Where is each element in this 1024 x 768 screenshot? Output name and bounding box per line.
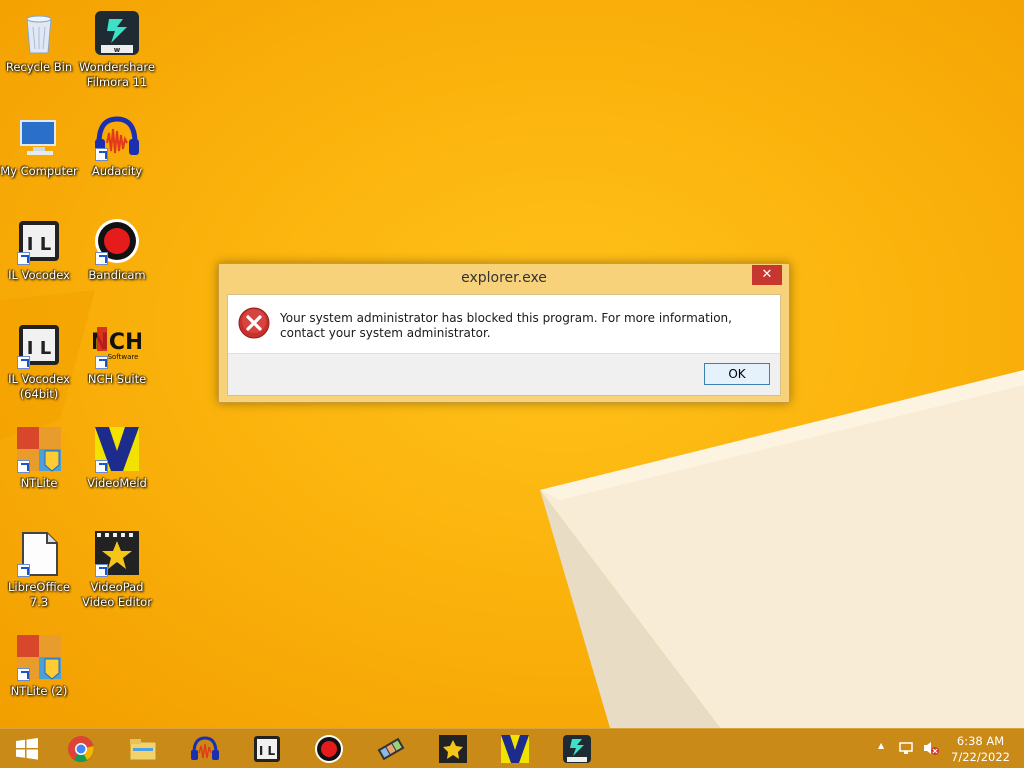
svg-text:Software: Software [108,353,139,361]
filmora-icon: w [93,9,141,57]
taskbar-videopad[interactable] [426,731,480,767]
desktop-icon-filmora[interactable]: w Wondershare Filmora 11 [78,3,156,99]
svg-text:I L: I L [27,234,51,255]
desktop-icon-ntlite[interactable]: NTLite [0,419,78,515]
recycle-bin-icon [15,9,63,57]
start-button[interactable] [0,731,54,767]
clock-time: 6:38 AM [956,734,1005,748]
shortcut-arrow-icon [17,252,30,265]
desktop-icon-label: Wondershare Filmora 11 [78,60,155,89]
start-icon [12,734,42,764]
my-computer-icon [15,113,63,161]
desktop-icon-label: NTLite (2) [10,684,68,698]
button-area: OK [228,353,780,395]
shortcut-arrow-icon [17,356,30,369]
audacity-icon [190,734,220,764]
taskbar-bandicam[interactable] [302,731,356,767]
desktop-icon-label: VideoPad Video Editor [82,580,152,609]
desktop-icon-label: Audacity [91,164,143,178]
bandicam-icon [314,734,344,764]
shortcut-arrow-icon [95,252,108,265]
dialog-title: explorer.exe [461,270,547,286]
desktop-icon-label: IL Vocodex [8,268,70,282]
shortcut-arrow-icon [95,460,108,473]
desktop-icon-my-computer[interactable]: My Computer [0,107,78,203]
desktop-icon-label: Bandicam [88,268,146,282]
taskbar-audacity[interactable] [178,731,232,767]
desktop-icon-il-vocodex[interactable]: I L IL Vocodex [0,211,78,307]
taskbar-videomeld[interactable] [488,731,542,767]
file-explorer-icon [128,734,158,764]
ntlite-icon [15,633,63,681]
desktop-icon-label: IL Vocodex (64bit) [8,372,70,401]
desktop-icon-recycle-bin[interactable]: Recycle Bin [0,3,78,99]
desktop-icon-label: My Computer [0,164,78,178]
shortcut-arrow-icon [95,148,108,161]
il-vocodex-icon: I L [15,217,63,265]
desktop-icon-label: VideoMeld [87,476,147,490]
film-icon [376,734,406,764]
desktop-icon-videopad[interactable]: VideoPad Video Editor [78,523,156,619]
videomeld-icon [93,425,141,473]
ntlite-icon [15,425,63,473]
taskbar-file-explorer[interactable] [116,731,170,767]
desktop-icon-il-vocodex-64[interactable]: I L IL Vocodex (64bit) [0,315,78,411]
clock-date: 7/22/2022 [951,750,1010,764]
svg-text:w: w [114,46,121,54]
network-icon[interactable] [898,740,914,756]
il-vocodex-icon: I L [252,734,282,764]
videopad-icon [438,734,468,764]
shortcut-arrow-icon [95,564,108,577]
desktop-icon-label: NTLite [20,476,58,490]
dialog-titlebar[interactable]: explorer.exe ✕ [219,264,789,294]
clock[interactable]: 6:38 AM 7/22/2022 [951,733,1010,765]
close-button[interactable]: ✕ [752,265,782,285]
desktop-icon-ntlite-2[interactable]: NTLite (2) [0,627,78,723]
desktop-icon-label: NCH Suite [87,372,147,386]
il-vocodex-icon: I L [15,321,63,369]
error-icon [238,307,270,339]
desktop-icon-label: Recycle Bin [5,60,73,74]
libreoffice-icon [15,529,63,577]
shortcut-arrow-icon [95,356,108,369]
videomeld-icon [500,734,530,764]
desktop-icon-audacity[interactable]: Audacity [78,107,156,203]
volume-muted-icon[interactable] [922,740,940,756]
nch-suite-icon: NCH Software [91,321,143,369]
message-area: Your system administrator has blocked th… [228,295,780,355]
desktop-icon-libreoffice[interactable]: LibreOffice 7.3 [0,523,78,619]
bandicam-icon [93,217,141,265]
videopad-icon [93,529,141,577]
desktop-icon-bandicam[interactable]: Bandicam [78,211,156,307]
desktop-icon-nch-suite[interactable]: NCH Software NCH Suite [78,315,156,411]
chrome-icon [66,734,96,764]
desktop-icon-label: LibreOffice 7.3 [7,580,71,609]
svg-text:I L: I L [27,338,51,359]
taskbar-chrome[interactable] [54,731,108,767]
taskbar-film[interactable] [364,731,418,767]
svg-text:I L: I L [259,744,276,758]
taskbar-il-vocodex[interactable]: I L [240,731,294,767]
audacity-icon [93,113,141,161]
taskbar-filmora[interactable] [550,731,604,767]
dialog-body: Your system administrator has blocked th… [227,294,781,396]
filmora-icon [562,734,592,764]
tray-chevron-icon[interactable]: ▲ [878,741,884,750]
shortcut-arrow-icon [17,564,30,577]
error-dialog: explorer.exe ✕ Your system administrator… [218,263,790,403]
shortcut-arrow-icon [17,668,30,681]
system-tray: ▲ 6:38 AM 7/22/2022 [864,729,1024,768]
taskbar: I L ▲ 6:38 AM 7/22/2022 [0,728,1024,768]
ok-button[interactable]: OK [704,363,770,385]
shortcut-arrow-icon [17,460,30,473]
dialog-message: Your system administrator has blocked th… [280,311,732,340]
desktop-icon-videomeld[interactable]: VideoMeld [78,419,156,515]
